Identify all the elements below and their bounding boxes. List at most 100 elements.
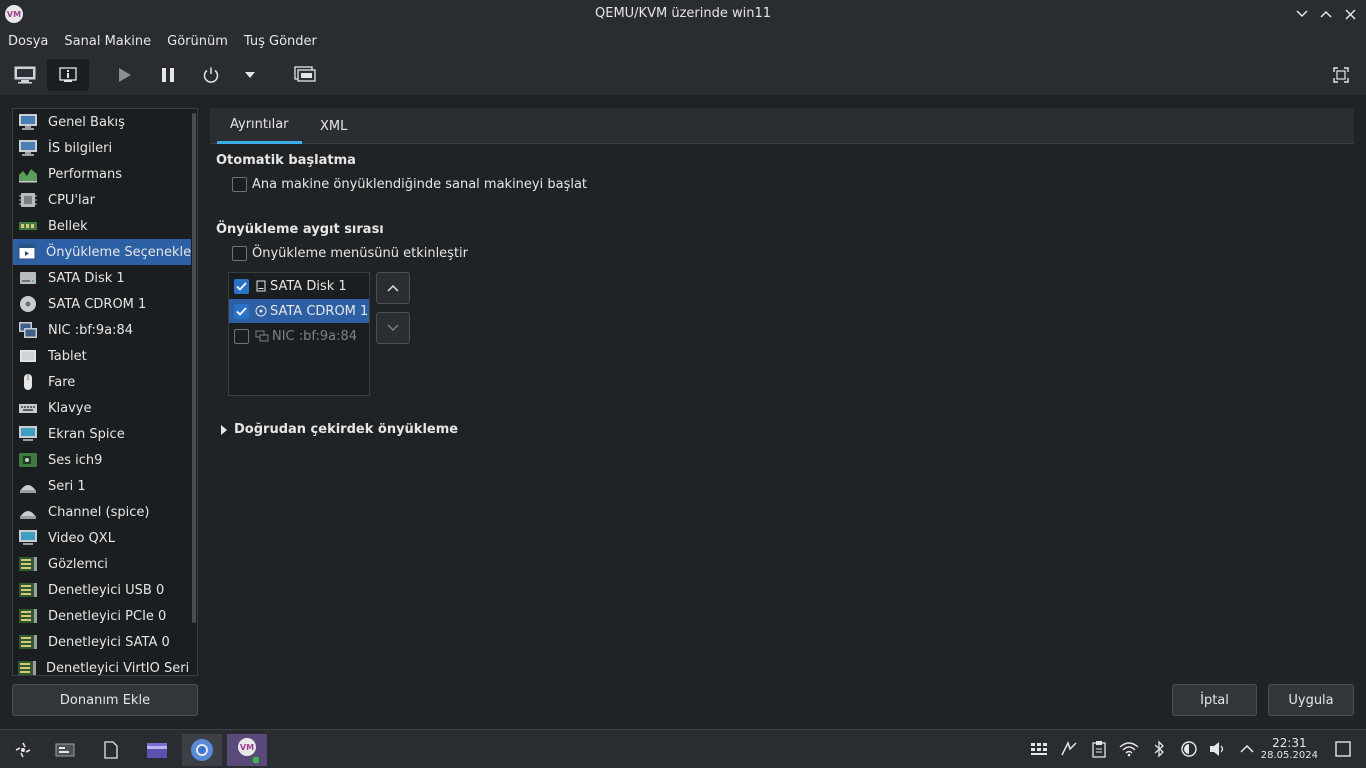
menu-virtual-machine[interactable]: Sanal Makine (64, 34, 151, 49)
clock[interactable]: 22:31 28.05.2024 (1261, 736, 1318, 761)
sidebar-item[interactable]: NIC :bf:9a:84 (13, 317, 197, 343)
sidebar-item[interactable]: Genel Bakış (13, 109, 197, 135)
taskbar: VM 22:31 28.05.2024 (0, 729, 1366, 768)
clock-date: 28.05.2024 (1260, 750, 1318, 761)
tab-details[interactable]: Ayrıntılar (217, 108, 302, 144)
sidebar-item[interactable]: SATA CDROM 1 (13, 291, 197, 317)
boot-device-checkbox[interactable] (234, 278, 249, 294)
cdrom-icon (255, 305, 267, 317)
sidebar-item[interactable]: Video QXL (13, 525, 197, 551)
toolbar (0, 54, 1366, 96)
sidebar-item-label: Video QXL (48, 530, 115, 546)
tray-grid-icon[interactable] (1028, 738, 1050, 760)
autostart-checkbox[interactable] (232, 177, 247, 192)
display-icon (17, 528, 39, 548)
sidebar-item[interactable]: Fare (13, 369, 197, 395)
boot-device-list[interactable]: SATA Disk 1 SATA CDROM 1 NIC :bf:9a:84 (228, 272, 370, 396)
sidebar-item[interactable]: Gözlemci (13, 551, 197, 577)
sidebar-item[interactable]: Klavye (13, 395, 197, 421)
fullscreen-button[interactable] (1325, 59, 1357, 91)
sidebar-item-label: Denetleyici SATA 0 (48, 634, 170, 650)
sidebar-item[interactable]: Channel (spice) (13, 499, 197, 525)
apply-button[interactable]: Uygula (1268, 684, 1354, 716)
sidebar-item[interactable]: Denetleyici PCIe 0 (13, 603, 197, 629)
move-up-button[interactable] (376, 272, 410, 304)
menu-send-key[interactable]: Tuş Gönder (244, 34, 317, 49)
wifi-icon[interactable] (1118, 738, 1140, 760)
sidebar-item[interactable]: Ekran Spice (13, 421, 197, 447)
minimize-icon[interactable] (1292, 4, 1312, 24)
sidebar-item[interactable]: Seri 1 (13, 473, 197, 499)
night-color-icon[interactable] (1178, 738, 1200, 760)
volume-icon[interactable] (1207, 738, 1229, 760)
shutdown-dropdown-button[interactable] (234, 59, 266, 91)
sidebar-item[interactable]: Tablet (13, 343, 197, 369)
boot-device-label: SATA Disk 1 (270, 278, 347, 294)
sidebar-item[interactable]: Ses ich9 (13, 447, 197, 473)
fullscreen-icon (1333, 67, 1349, 83)
direct-kernel-expander[interactable]: Doğrudan çekirdek önyükleme (220, 422, 458, 437)
sidebar-item[interactable]: CPU'lar (13, 187, 197, 213)
chevron-down-icon (387, 324, 399, 331)
boot-menu-checkbox[interactable] (232, 246, 247, 261)
boot-device-item[interactable]: SATA CDROM 1 (229, 299, 369, 323)
cancel-button[interactable]: İptal (1172, 684, 1257, 716)
power-icon (203, 67, 219, 83)
tray-update-icon[interactable] (1058, 738, 1080, 760)
app-launcher-icon[interactable] (3, 734, 43, 766)
sidebar-item[interactable]: Denetleyici VirtIO Seri 0 (13, 655, 198, 676)
run-button[interactable] (108, 59, 140, 91)
bluetooth-icon[interactable] (1148, 738, 1170, 760)
boot-device-checkbox[interactable] (234, 303, 249, 319)
close-icon[interactable] (1340, 4, 1360, 24)
boot-device-label: NIC :bf:9a:84 (272, 328, 358, 344)
sidebar-item[interactable]: Performans (13, 161, 197, 187)
autostart-label[interactable]: Ana makine önyüklendiğinde sanal makiney… (252, 177, 587, 192)
show-desktop-icon[interactable] (1332, 738, 1354, 760)
serial-icon (17, 502, 39, 522)
cdrom-icon (17, 294, 39, 314)
tray-expand-icon[interactable] (1236, 738, 1258, 760)
snapshots-button[interactable] (289, 59, 321, 91)
sidebar-item[interactable]: Önyükleme Seçenekleri (13, 239, 197, 265)
menu-file[interactable]: Dosya (8, 34, 48, 49)
svg-text:VM: VM (240, 743, 254, 752)
menu-view[interactable]: Görünüm (167, 34, 228, 49)
hardware-list[interactable]: Genel Bakış İS bilgileri Performans CPU'lar… (12, 108, 198, 676)
tray-clipboard-icon[interactable] (1088, 738, 1110, 760)
shutdown-button[interactable] (195, 59, 227, 91)
sidebar-item-label: Önyükleme Seçenekleri (46, 244, 198, 260)
document-icon[interactable] (91, 734, 131, 766)
sidebar-item[interactable]: SATA Disk 1 (13, 265, 197, 291)
sidebar-item-label: Denetleyici VirtIO Seri 0 (46, 660, 198, 676)
sidebar-item[interactable]: Denetleyici USB 0 (13, 577, 197, 603)
sidebar-item[interactable]: Bellek (13, 213, 197, 239)
task-switcher-icon[interactable] (45, 734, 85, 766)
scrollbar-thumb[interactable] (192, 113, 196, 623)
menu-bar: Dosya Sanal Makine Görünüm Tuş Gönder (0, 28, 1366, 54)
boot-device-item[interactable]: NIC :bf:9a:84 (229, 324, 369, 348)
boot-device-label: SATA CDROM 1 (270, 303, 369, 319)
add-hardware-button[interactable]: Donanım Ekle (12, 684, 198, 716)
boot-device-checkbox[interactable] (234, 328, 249, 344)
sidebar-scrollbar[interactable] (191, 109, 197, 675)
chromium-icon[interactable] (182, 734, 222, 766)
details-view-button[interactable] (47, 59, 89, 91)
boot-order-title: Önyükleme aygıt sırası (216, 222, 384, 237)
tab-xml[interactable]: XML (307, 108, 360, 144)
sidebar-item-label: Performans (48, 166, 123, 182)
info-icon (59, 67, 77, 82)
monitor-icon (17, 112, 39, 132)
move-down-button[interactable] (376, 312, 410, 344)
file-manager-icon[interactable] (137, 734, 177, 766)
virt-manager-logo-icon[interactable]: VM (5, 5, 23, 23)
sidebar-item[interactable]: İS bilgileri (13, 135, 197, 161)
sidebar-item[interactable]: Denetleyici SATA 0 (13, 629, 197, 655)
boot-menu-label[interactable]: Önyükleme menüsünü etkinleştir (252, 246, 468, 261)
pause-button[interactable] (152, 59, 184, 91)
virt-manager-task-icon[interactable]: VM (227, 734, 267, 766)
maximize-icon[interactable] (1316, 4, 1336, 24)
console-view-button[interactable] (9, 59, 41, 91)
boot-device-item[interactable]: SATA Disk 1 (229, 274, 369, 298)
sidebar-item-label: İS bilgileri (48, 140, 113, 156)
